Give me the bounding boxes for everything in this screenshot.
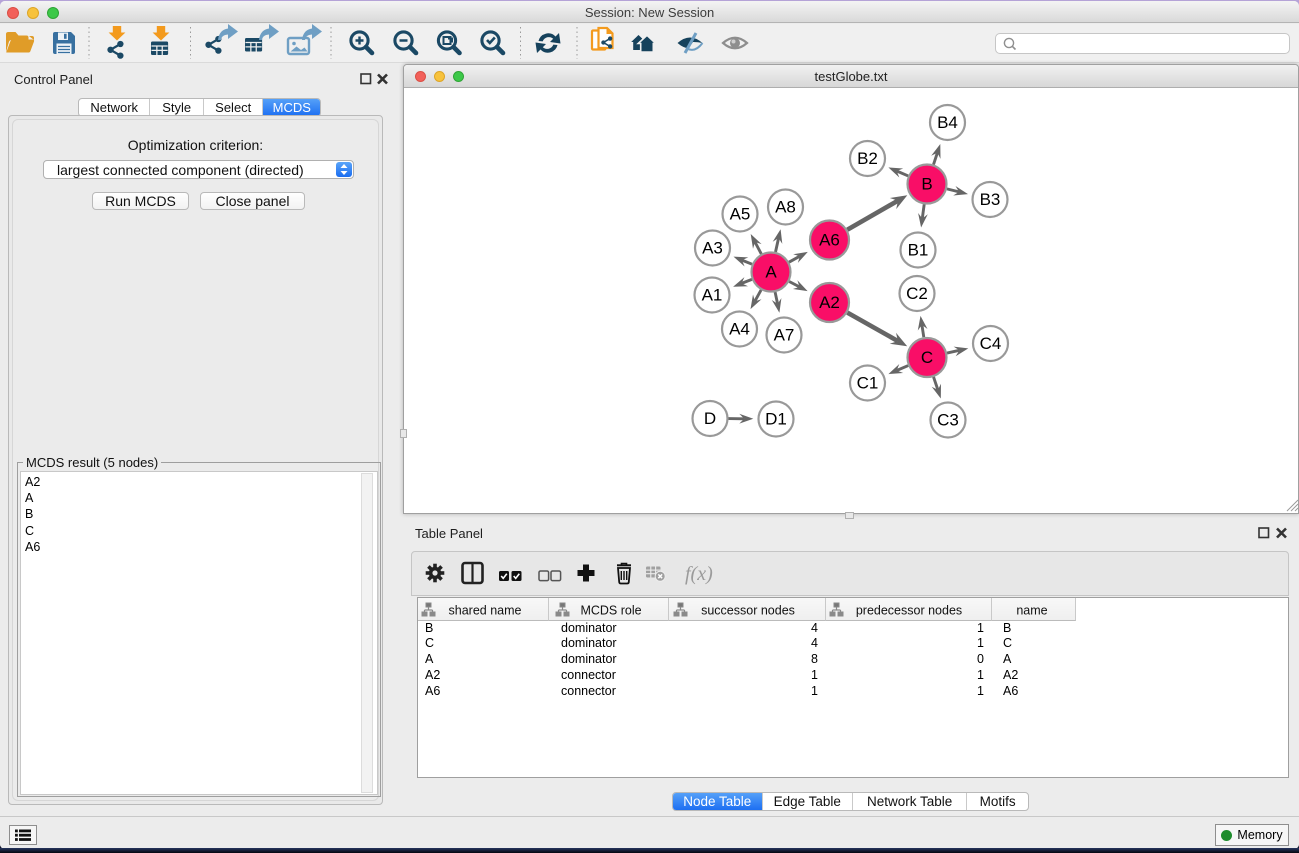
svg-text:A6: A6	[819, 231, 840, 250]
svg-text:B: B	[921, 175, 932, 194]
svg-text:A7: A7	[774, 326, 795, 345]
svg-text:D1: D1	[765, 410, 787, 429]
svg-text:A2: A2	[819, 293, 840, 312]
svg-text:A4: A4	[729, 320, 750, 339]
svg-text:shared name: shared name	[449, 604, 522, 618]
svg-text:B3: B3	[980, 190, 1001, 209]
svg-text:name: name	[1016, 604, 1047, 618]
svg-text:predecessor nodes: predecessor nodes	[856, 604, 962, 618]
svg-text:A5: A5	[730, 205, 751, 224]
svg-text:C1: C1	[857, 374, 879, 393]
svg-text:B1: B1	[908, 241, 929, 260]
svg-text:C2: C2	[906, 284, 928, 303]
svg-text:A3: A3	[702, 239, 723, 258]
svg-text:B4: B4	[937, 113, 958, 132]
svg-text:A: A	[765, 263, 777, 282]
svg-text:successor nodes: successor nodes	[701, 604, 795, 618]
svg-text:C4: C4	[980, 334, 1002, 353]
svg-text:B2: B2	[857, 149, 878, 168]
svg-text:C: C	[921, 348, 933, 367]
svg-text:MCDS role: MCDS role	[580, 604, 641, 618]
svg-text:A8: A8	[775, 198, 796, 217]
svg-text:C3: C3	[937, 411, 959, 430]
svg-text:A1: A1	[702, 286, 723, 305]
svg-text:D: D	[704, 409, 716, 428]
